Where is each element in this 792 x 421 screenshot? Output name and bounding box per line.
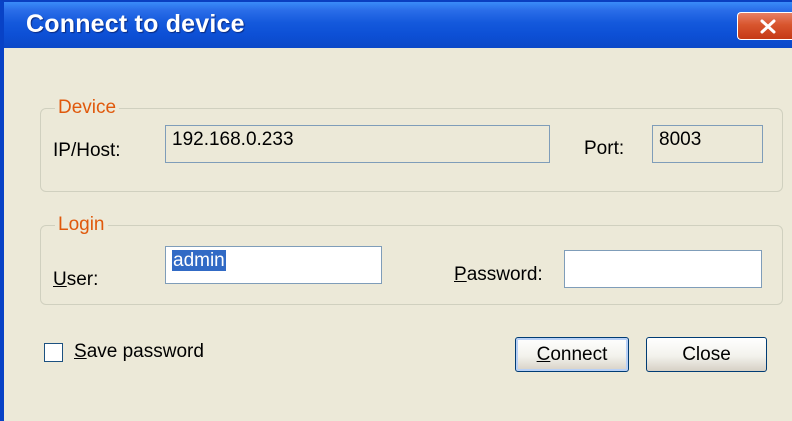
password-label-accelerator: P bbox=[454, 264, 467, 285]
connect-button[interactable]: Connect bbox=[515, 337, 629, 372]
connect-label: onnect bbox=[550, 344, 608, 365]
password-input[interactable] bbox=[564, 250, 762, 288]
user-input-value: admin bbox=[172, 250, 226, 271]
close-window-button[interactable] bbox=[737, 12, 792, 40]
password-label: Password: bbox=[454, 264, 543, 286]
save-password-label[interactable]: Save password bbox=[74, 341, 204, 363]
user-label: User: bbox=[53, 269, 98, 291]
port-label: Port: bbox=[584, 138, 625, 159]
title-bar[interactable]: Connect to device bbox=[4, 2, 792, 48]
save-password-checkbox[interactable] bbox=[44, 343, 63, 362]
connect-accelerator: C bbox=[536, 344, 551, 365]
user-label-accelerator: U bbox=[53, 269, 67, 290]
host-label: IP/Host: bbox=[53, 140, 121, 161]
user-label-text: ser: bbox=[66, 269, 99, 290]
user-input[interactable]: admin bbox=[165, 246, 382, 284]
password-label-text: assword: bbox=[466, 264, 543, 285]
save-password-text: ave password bbox=[86, 341, 204, 362]
port-field[interactable]: 8003 bbox=[652, 125, 763, 163]
dialog-window: Connect to device Device IP/Host: 192.16… bbox=[0, 0, 792, 421]
device-group-legend: Device bbox=[55, 97, 120, 119]
close-icon bbox=[760, 19, 776, 34]
host-field[interactable]: 192.168.0.233 bbox=[165, 125, 550, 163]
close-button[interactable]: Close bbox=[646, 337, 767, 372]
window-title: Connect to device bbox=[26, 10, 245, 38]
save-password-accelerator: S bbox=[74, 341, 87, 362]
dialog-body: Device IP/Host: 192.168.0.233 Port: 8003… bbox=[4, 48, 792, 421]
login-group-legend: Login bbox=[55, 214, 108, 236]
